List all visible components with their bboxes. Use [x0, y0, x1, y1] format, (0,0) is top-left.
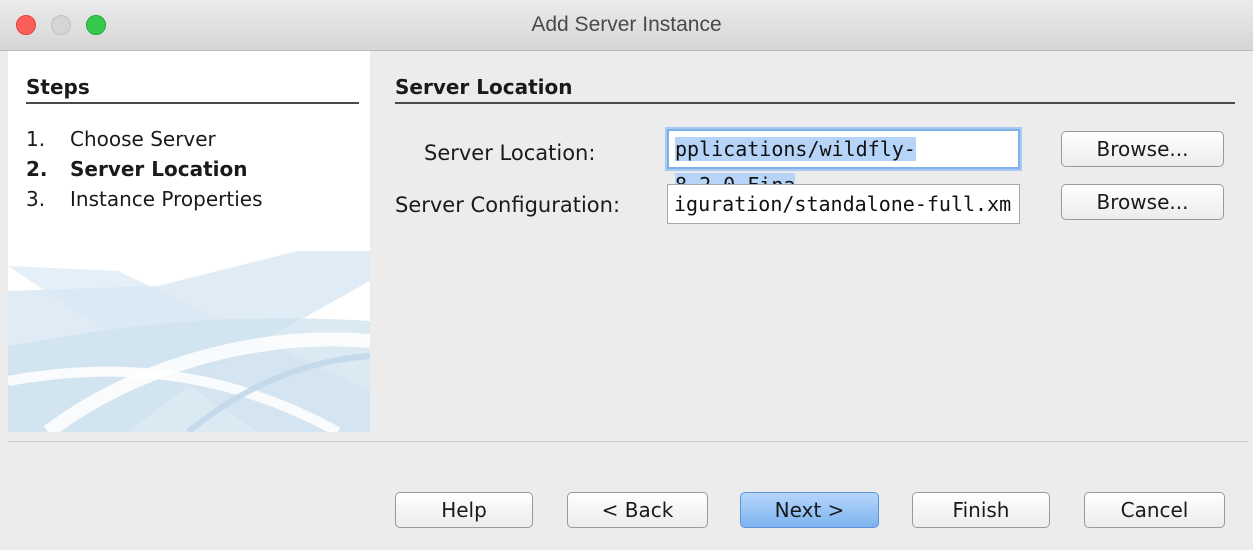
back-button[interactable]: < Back [567, 492, 708, 528]
cancel-button[interactable]: Cancel [1084, 492, 1225, 528]
server-location-label: Server Location: [424, 141, 596, 165]
add-server-dialog: Add Server Instance Steps 1. Choose Serve… [0, 0, 1253, 550]
step-list: 1. Choose Server 2. Server Location 3. Inst… [26, 124, 263, 214]
window-title: Add Server Instance [531, 13, 722, 36]
server-location-panel: Server Location Server Location: pplicat… [371, 51, 1253, 432]
server-configuration-label: Server Configuration: [395, 193, 621, 217]
title-bar: Add Server Instance [0, 0, 1253, 51]
browse-configuration-button[interactable]: Browse... [1061, 184, 1224, 220]
step-item-current: 2. Server Location [26, 154, 263, 184]
browse-location-button[interactable]: Browse... [1061, 131, 1224, 167]
help-button[interactable]: Help [395, 492, 533, 528]
step-number: 3. [26, 187, 46, 211]
server-location-input[interactable]: pplications/wildfly-8.2.0.Fina [667, 129, 1020, 197]
steps-heading: Steps [26, 75, 359, 104]
step-number: 1. [26, 127, 46, 151]
next-button[interactable]: Next > [740, 492, 879, 528]
footer-divider [8, 441, 1248, 442]
steps-panel: Steps 1. Choose Server 2. Server Location … [8, 51, 370, 432]
step-item: 1. Choose Server [26, 124, 263, 154]
section-heading: Server Location [395, 75, 1235, 104]
step-label: Server Location [70, 157, 248, 181]
finish-button[interactable]: Finish [912, 492, 1050, 528]
wizard-decoration-graphic [8, 251, 370, 432]
step-item: 3. Instance Properties [26, 184, 263, 214]
step-label: Choose Server [70, 127, 216, 151]
step-number: 2. [26, 157, 48, 181]
step-label: Instance Properties [70, 187, 263, 211]
server-configuration-input[interactable]: iguration/standalone-full.xm [667, 184, 1020, 224]
server-configuration-value: iguration/standalone-full.xm [674, 192, 1012, 216]
